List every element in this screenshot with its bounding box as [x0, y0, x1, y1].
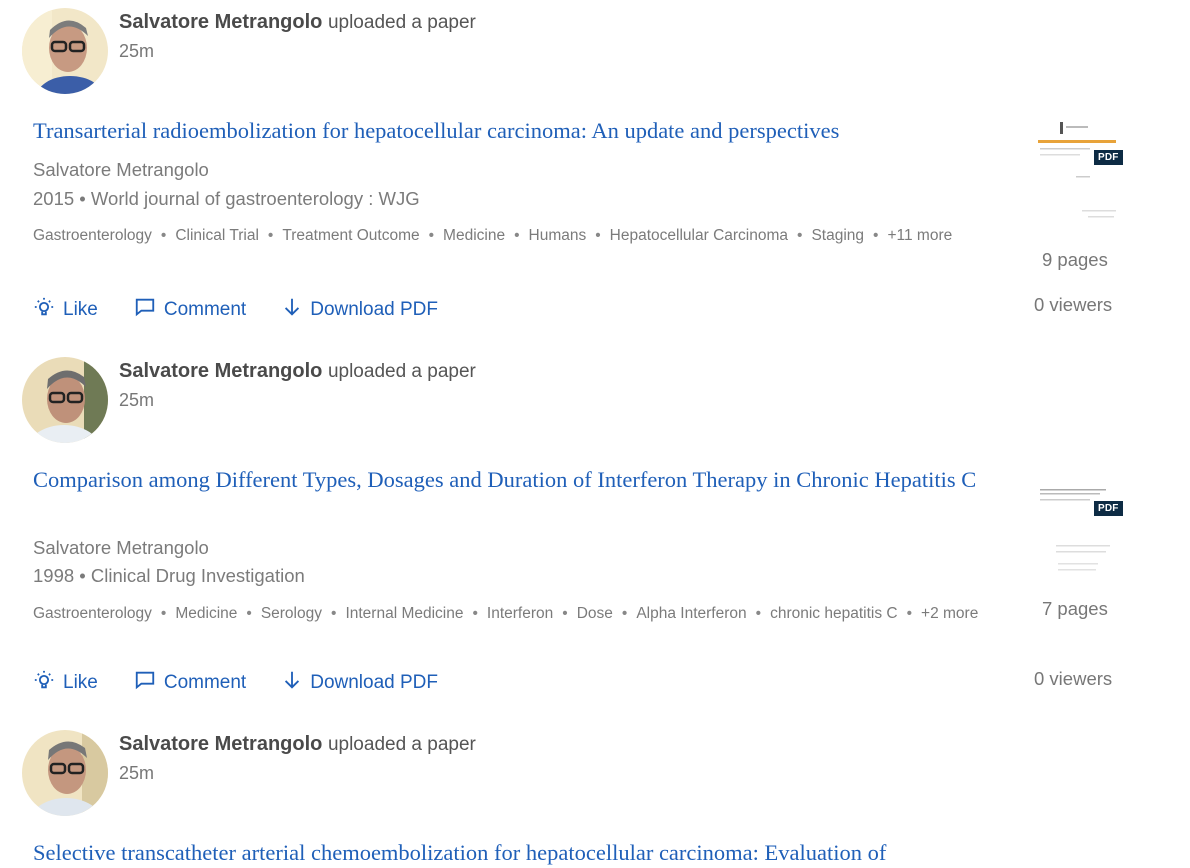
- paper-authors[interactable]: Salvatore Metrangolo: [33, 537, 209, 559]
- post-actions: Like Comment Download PDF: [33, 669, 438, 697]
- like-label: Like: [63, 299, 98, 320]
- paper-publication: 1998 • Clinical Drug Investigation: [33, 565, 305, 586]
- post-header: Salvatore Metrangolo uploaded a paper: [119, 733, 476, 756]
- post-header: Salvatore Metrangolo uploaded a paper: [119, 11, 476, 34]
- author-name[interactable]: Salvatore Metrangolo: [119, 733, 322, 755]
- page-count: 9 pages: [1042, 249, 1108, 270]
- comment-button[interactable]: Comment: [134, 296, 246, 324]
- author-name[interactable]: Salvatore Metrangolo: [119, 360, 322, 382]
- tag[interactable]: chronic hepatitis C: [770, 605, 898, 622]
- page-count: 7 pages: [1042, 598, 1108, 619]
- pdf-badge: PDF: [1094, 150, 1123, 165]
- paper-publication: 2015 • World journal of gastroenterology…: [33, 188, 420, 209]
- post-timestamp: 25m: [119, 763, 155, 783]
- tag[interactable]: Dose: [577, 605, 613, 622]
- like-button[interactable]: Like: [33, 669, 98, 697]
- feed-post: Salvatore Metrangolo uploaded a paper 25…: [0, 722, 1190, 868]
- tag[interactable]: Alpha Interferon: [636, 605, 746, 622]
- paper-tags: Gastroenterology • Clinical Trial • Treatmen…: [33, 227, 953, 244]
- more-tags-link[interactable]: +11 more: [887, 227, 952, 244]
- tag[interactable]: Gastroenterology: [33, 605, 152, 622]
- tag[interactable]: Clinical Trial: [175, 227, 259, 244]
- paper-title[interactable]: Transarterial radioembolization for hepa…: [33, 116, 993, 145]
- viewer-count: 0 viewers: [1034, 668, 1113, 689]
- comment-icon: [134, 296, 156, 324]
- more-tags-link[interactable]: +2 more: [921, 605, 978, 622]
- tag[interactable]: Interferon: [487, 605, 553, 622]
- post-timestamp: 25m: [119, 390, 155, 410]
- tag[interactable]: Medicine: [175, 605, 237, 622]
- lightbulb-icon: [33, 669, 55, 697]
- paper-thumbnail[interactable]: PDF: [1036, 469, 1126, 579]
- comment-label: Comment: [163, 299, 247, 320]
- download-label: Download PDF: [310, 672, 438, 693]
- download-pdf-button[interactable]: Download PDF: [282, 669, 438, 697]
- download-label: Download PDF: [310, 299, 438, 320]
- tag[interactable]: Treatment Outcome: [282, 227, 419, 244]
- paper-tags: Gastroenterology • Medicine • Serology • Inter…: [33, 605, 979, 622]
- post-header: Salvatore Metrangolo uploaded a paper: [119, 360, 476, 383]
- lightbulb-icon: [33, 296, 55, 324]
- comment-button[interactable]: Comment: [134, 669, 246, 697]
- author-name[interactable]: Salvatore Metrangolo: [119, 11, 322, 33]
- paper-preview-image: [1040, 489, 1110, 571]
- tag[interactable]: Serology: [261, 605, 322, 622]
- paper-title[interactable]: Comparison among Different Types, Dosage…: [33, 465, 993, 494]
- tag[interactable]: Staging: [811, 227, 864, 244]
- tag[interactable]: Humans: [529, 227, 587, 244]
- post-action-text: uploaded a paper: [327, 734, 476, 755]
- tag[interactable]: Hepatocellular Carcinoma: [610, 227, 788, 244]
- paper-title[interactable]: Selective transcatheter arterial chemoem…: [33, 838, 993, 867]
- post-actions: Like Comment Download PDF: [33, 296, 438, 324]
- comment-label: Comment: [163, 672, 247, 693]
- download-arrow-icon: [282, 669, 302, 697]
- author-avatar[interactable]: [22, 8, 108, 94]
- like-button[interactable]: Like: [33, 296, 98, 324]
- tag[interactable]: Internal Medicine: [345, 605, 463, 622]
- download-pdf-button[interactable]: Download PDF: [282, 296, 438, 324]
- tag[interactable]: Gastroenterology: [33, 227, 152, 244]
- post-timestamp: 25m: [119, 41, 155, 61]
- author-avatar[interactable]: [22, 730, 108, 816]
- tag[interactable]: Medicine: [443, 227, 505, 244]
- post-action-text: uploaded a paper: [327, 361, 476, 382]
- pdf-badge: PDF: [1094, 501, 1123, 516]
- author-avatar[interactable]: [22, 357, 108, 443]
- viewer-count: 0 viewers: [1034, 294, 1113, 315]
- paper-preview-image: [1038, 122, 1116, 218]
- paper-thumbnail[interactable]: PDF: [1036, 118, 1126, 228]
- download-arrow-icon: [282, 296, 302, 324]
- paper-authors[interactable]: Salvatore Metrangolo: [33, 159, 209, 181]
- post-action-text: uploaded a paper: [327, 12, 476, 33]
- feed-post: Salvatore Metrangolo uploaded a paper 25…: [0, 349, 1190, 719]
- comment-icon: [134, 669, 156, 697]
- like-label: Like: [63, 672, 98, 693]
- feed-post: Salvatore Metrangolo uploaded a paper 25…: [0, 0, 1190, 340]
